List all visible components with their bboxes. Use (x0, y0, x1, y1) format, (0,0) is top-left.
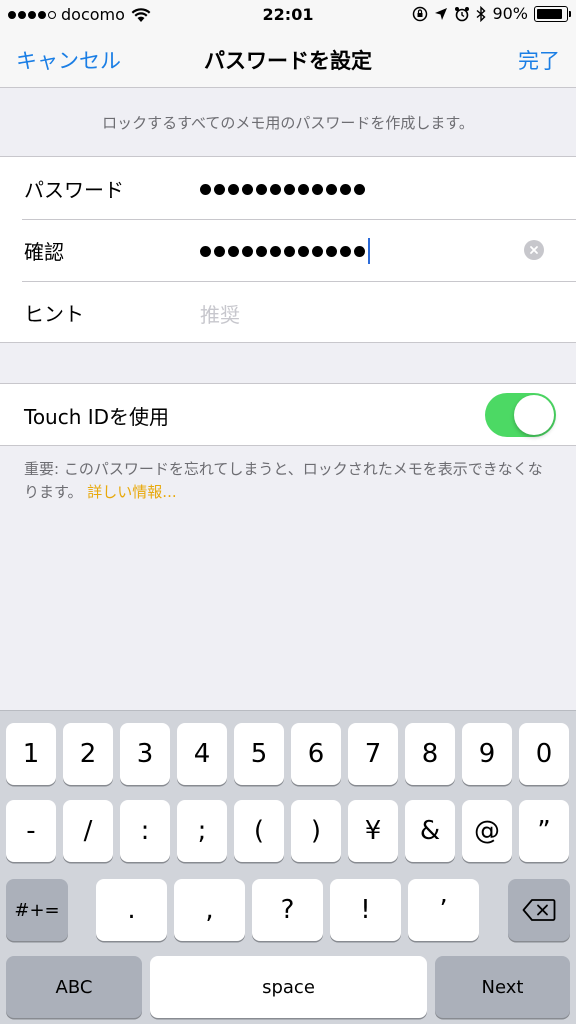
battery-level (537, 8, 563, 19)
password-group: パスワード 確認 ヒント 推奨 (0, 156, 576, 343)
key-row3-3[interactable]: ! (330, 879, 401, 941)
key-row1-6[interactable]: 7 (348, 723, 398, 785)
learn-more-link[interactable]: 詳しい情報... (87, 483, 176, 501)
hint-row[interactable]: ヒント 推奨 (0, 281, 576, 343)
alarm-icon (455, 6, 470, 21)
status-bar-right: 90% (412, 4, 571, 23)
password-dot (312, 183, 323, 195)
key-row2-5[interactable]: ) (291, 800, 341, 862)
backspace-key[interactable] (508, 879, 570, 941)
password-dot (284, 245, 295, 257)
key-row1-5[interactable]: 6 (291, 723, 341, 785)
location-arrow-icon (435, 7, 448, 20)
space-key[interactable]: space (150, 956, 427, 1018)
key-row1-8[interactable]: 9 (462, 723, 512, 785)
footnote: 重要: このパスワードを忘れてしまうと、ロックされたメモを表示できなくなります。… (24, 458, 554, 504)
key-row2-4[interactable]: ( (234, 800, 284, 862)
password-dot (228, 183, 239, 195)
key-row3-1[interactable]: , (174, 879, 245, 941)
key-row1-3[interactable]: 4 (177, 723, 227, 785)
navigation-bar: キャンセル パスワードを設定 完了 (0, 30, 576, 88)
verify-label: 確認 (24, 240, 64, 264)
touch-id-row: Touch IDを使用 (0, 384, 576, 446)
password-dot (312, 245, 323, 257)
key-row3-0[interactable]: . (96, 879, 167, 941)
page-title: パスワードを設定 (204, 49, 372, 73)
key-row2-0[interactable]: - (6, 800, 56, 862)
verify-row[interactable]: 確認 (0, 219, 576, 281)
password-field[interactable] (200, 173, 365, 205)
password-row[interactable]: パスワード (0, 157, 576, 219)
password-label: パスワード (24, 178, 124, 202)
password-dot (256, 245, 267, 257)
backspace-icon (522, 899, 556, 921)
key-row1-1[interactable]: 2 (63, 723, 113, 785)
password-dot (214, 183, 225, 195)
hint-label: ヒント (24, 302, 84, 326)
next-key[interactable]: Next (435, 956, 570, 1018)
password-dot (200, 183, 211, 195)
password-dot (298, 183, 309, 195)
symbols-key[interactable]: #+= (6, 879, 68, 941)
password-dot (340, 183, 351, 195)
key-row1-7[interactable]: 8 (405, 723, 455, 785)
password-dot (228, 245, 239, 257)
key-row2-1[interactable]: / (63, 800, 113, 862)
touch-id-group: Touch IDを使用 (0, 383, 576, 446)
password-dot (200, 245, 211, 257)
verify-dots (200, 245, 365, 257)
password-dot (270, 183, 281, 195)
orientation-lock-icon (413, 6, 428, 21)
password-dot (256, 183, 267, 195)
section-header: ロックするすべてのメモ用のパスワードを作成します。 (102, 113, 474, 132)
toggle-knob (514, 395, 554, 435)
password-dot (242, 245, 253, 257)
key-row2-3[interactable]: ; (177, 800, 227, 862)
password-dot (326, 245, 337, 257)
clear-x-icon (530, 246, 538, 254)
key-row2-7[interactable]: & (405, 800, 455, 862)
password-dot (354, 183, 365, 195)
keyboard: #+= ABC space Next 1 2 3 4 5 6 7 8 9 0 - /:;() ¥ & @”.… (0, 710, 576, 1024)
clear-text-button[interactable] (524, 240, 544, 260)
hint-placeholder: 推奨 (200, 302, 240, 327)
password-dots (200, 183, 365, 195)
battery-percent: 90% (492, 4, 528, 23)
hint-field[interactable]: 推奨 (200, 297, 240, 329)
password-dot (270, 245, 281, 257)
abc-key[interactable]: ABC (6, 956, 142, 1018)
bluetooth-icon (476, 5, 486, 22)
key-row3-4[interactable]: ’ (408, 879, 479, 941)
password-dot (326, 183, 337, 195)
key-row2-6[interactable]: ¥ (348, 800, 398, 862)
key-row1-9[interactable]: 0 (519, 723, 569, 785)
password-dot (214, 245, 225, 257)
password-dot (284, 183, 295, 195)
password-dot (340, 245, 351, 257)
done-button[interactable]: 完了 (518, 45, 560, 75)
key-row2-9[interactable]: ” (519, 800, 569, 862)
touch-id-toggle[interactable] (485, 393, 556, 437)
key-row3-2[interactable]: ? (252, 879, 323, 941)
status-bar: docomo 22:01 90% (0, 0, 576, 30)
password-dot (354, 245, 365, 257)
key-row2-2[interactable]: : (120, 800, 170, 862)
verify-field[interactable] (200, 235, 370, 267)
password-dot (298, 245, 309, 257)
key-row1-0[interactable]: 1 (6, 723, 56, 785)
key-row1-4[interactable]: 5 (234, 723, 284, 785)
touch-id-label: Touch IDを使用 (24, 405, 170, 429)
battery-icon (534, 5, 571, 22)
password-dot (242, 183, 253, 195)
text-cursor (368, 238, 370, 264)
key-row1-2[interactable]: 3 (120, 723, 170, 785)
key-row2-8[interactable]: @ (462, 800, 512, 862)
